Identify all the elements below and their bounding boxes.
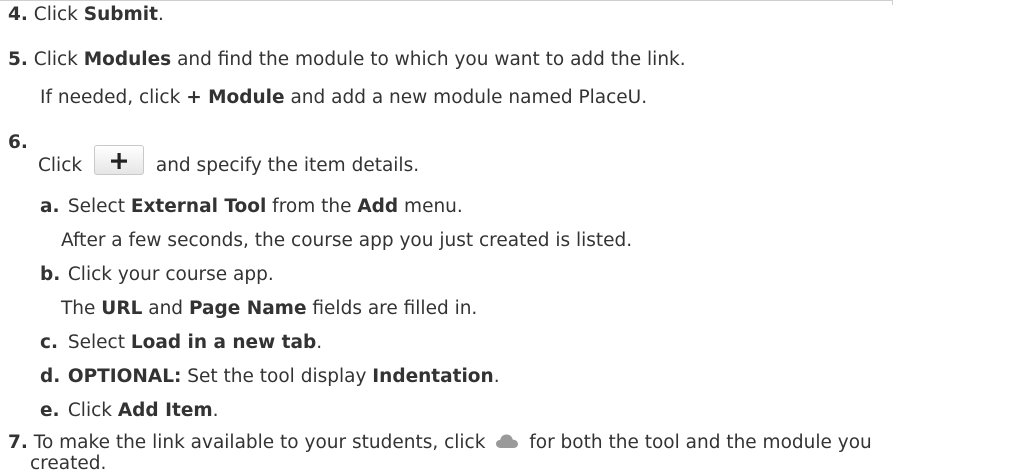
step-5: 5. Click Modules and find the module to … — [8, 49, 686, 70]
ui-term: Add Item — [117, 400, 213, 421]
ui-term: Load in a new tab — [130, 332, 317, 353]
ui-term: Add — [357, 196, 399, 217]
substep-letter: c. — [40, 332, 58, 353]
step-6-number: 6. — [8, 131, 28, 155]
ui-term: Indentation — [372, 366, 494, 387]
step-6a: a. Select External Tool from the Add men… — [40, 196, 463, 217]
step-number: 5. — [8, 49, 28, 70]
step-4: 4. Click Submit. — [8, 4, 164, 25]
step-6a-note: After a few seconds, the course app you … — [61, 230, 633, 251]
add-item-button — [93, 145, 144, 175]
ui-term: + Module — [186, 87, 285, 108]
substep-letter: a. — [40, 196, 60, 217]
top-border-end — [892, 0, 893, 5]
ui-term: External Tool — [130, 196, 267, 217]
plus-icon — [110, 153, 127, 169]
step-6b-note: The URL and Page Name fields are filled … — [61, 298, 478, 319]
step-6c: c. Select Load in a new tab. — [40, 332, 323, 353]
step-6: Click and specify the item details. — [38, 145, 419, 181]
substep-letter: b. — [40, 264, 61, 285]
optional-label: OPTIONAL: — [67, 366, 182, 387]
substep-letter: d. — [40, 366, 61, 387]
ui-term: Submit — [83, 4, 158, 25]
step-text: Click — [33, 4, 84, 25]
step-number: 4. — [8, 4, 28, 25]
step-5-note: If needed, click + Module and add a new … — [40, 87, 648, 108]
ui-term: Page Name — [188, 298, 307, 319]
ui-term: Modules — [83, 49, 172, 70]
step-7-line2: created. — [30, 453, 107, 474]
top-border — [0, 0, 892, 1]
step-6d: d. OPTIONAL: Set the tool display Indent… — [40, 366, 500, 387]
cloud-icon — [496, 434, 519, 448]
substep-letter: e. — [40, 400, 60, 421]
ui-term: URL — [101, 298, 143, 319]
step-7: 7. To make the link available to your st… — [8, 432, 872, 453]
step-number: 6. — [8, 132, 28, 153]
step-6b: b. Click your course app. — [40, 264, 274, 285]
step-6e: e. Click Add Item. — [40, 400, 219, 421]
step-number: 7. — [8, 432, 28, 453]
